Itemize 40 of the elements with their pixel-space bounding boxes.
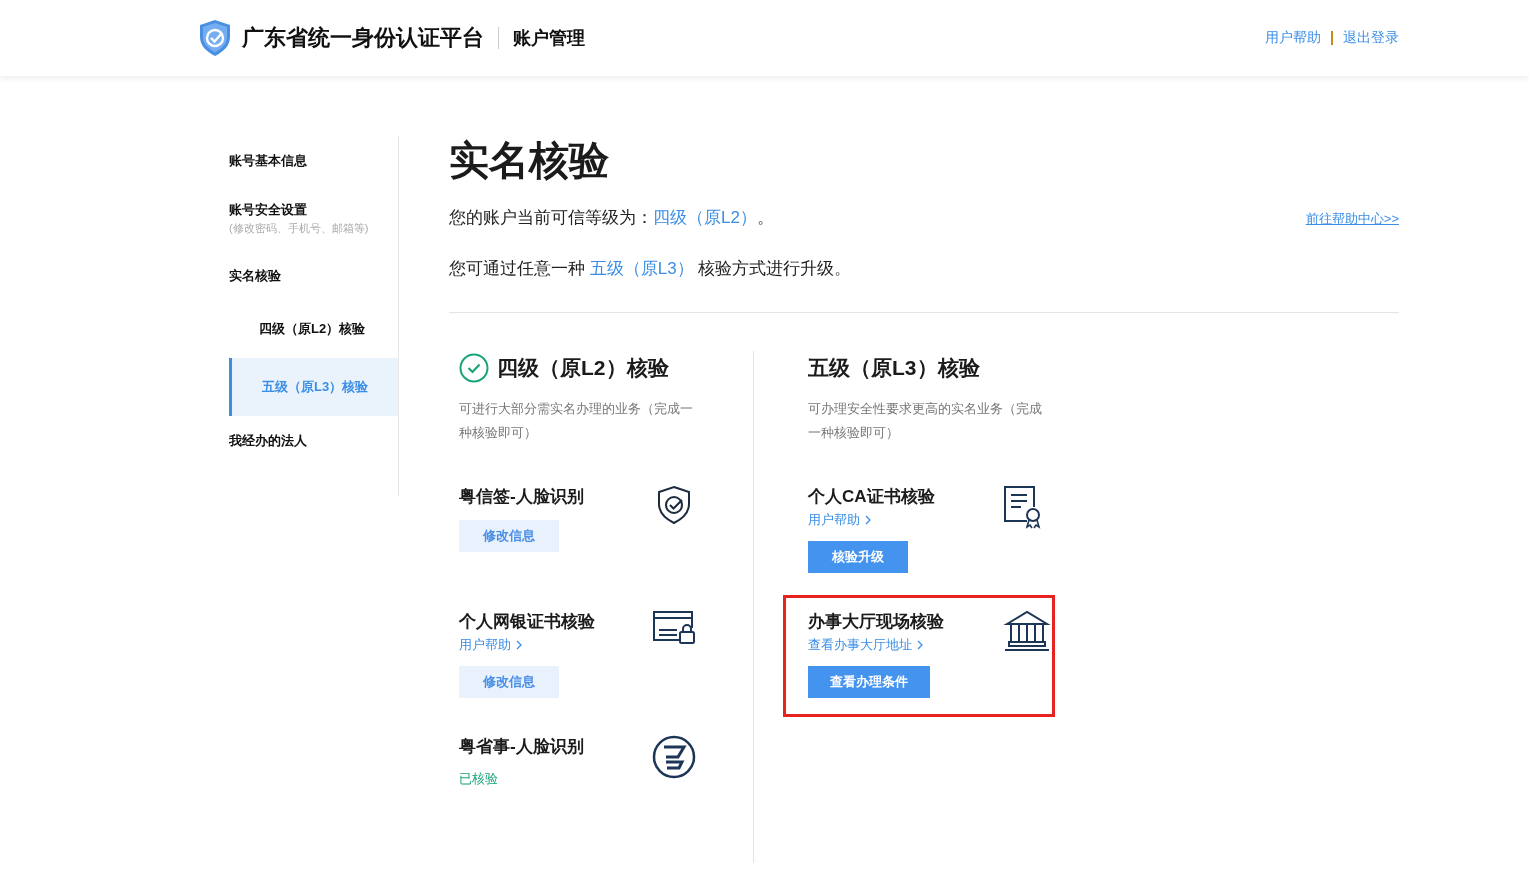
level-title: 四级（原L2）核验 [497, 355, 669, 381]
round-emblem-icon [652, 735, 696, 779]
shield-check-icon [656, 485, 692, 525]
level-description: 可进行大部分需实名办理的业务（完成一种核验即可） [459, 400, 694, 442]
chevron-right-icon [865, 515, 871, 525]
sidebar-item[interactable]: 实名核验 [229, 251, 398, 300]
help-center-link[interactable]: 前往帮助中心>> [1305, 210, 1399, 228]
card-lock-icon [652, 610, 696, 646]
sidebar-item[interactable]: 账号基本信息 [229, 136, 398, 185]
sidebar-item[interactable]: 账号安全设置 (修改密码、手机号、邮箱等) [229, 185, 398, 251]
header-link[interactable]: 退出登录 [1343, 29, 1399, 47]
chevron-right-icon [917, 640, 923, 650]
method-title: 办事大厅现场核验 [808, 611, 944, 633]
sidebar-item[interactable]: 我经办的法人 [229, 416, 398, 465]
sidebar-subitem[interactable]: 五级（原L3）核验 [229, 358, 398, 416]
method-link[interactable]: 用户帮助 [808, 511, 871, 529]
verified-status: 已核验 [459, 770, 498, 788]
method-button[interactable]: 修改信息 [459, 520, 559, 552]
level-description: 可办理安全性要求更高的实名业务（完成一种核验即可） [808, 400, 1043, 442]
chevron-right-icon [516, 640, 522, 650]
bank-building-icon [1003, 610, 1051, 652]
method-title: 个人CA证书核验 [808, 486, 935, 508]
certificate-icon [1003, 485, 1043, 529]
method-link[interactable]: 查看办事大厅地址 [808, 636, 923, 654]
header-link[interactable]: 用户帮助 [1265, 29, 1321, 47]
page-title: 实名核验 [449, 137, 610, 184]
trust-level-text: 您的账户当前可信等级为：四级（原L2）。 [449, 207, 774, 229]
method-button[interactable]: 查看办理条件 [808, 666, 930, 698]
method-button[interactable]: 核验升级 [808, 541, 908, 573]
shield-check-logo-icon [198, 19, 232, 57]
method-link[interactable]: 用户帮助 [459, 636, 522, 654]
site-title: 广东省统一身份认证平台 [242, 24, 484, 52]
method-title: 个人网银证书核验 [459, 611, 595, 633]
section-title: 账户管理 [513, 27, 585, 50]
level-title: 五级（原L3）核验 [808, 355, 980, 381]
sidebar-subitem[interactable]: 四级（原L2）核验 [229, 300, 398, 358]
method-title: 粤省事-人脸识别 [459, 736, 584, 758]
method-button[interactable]: 修改信息 [459, 666, 559, 698]
upgrade-hint-text: 您可通过任意一种 五级（原L3） 核验方式进行升级。 [449, 258, 853, 280]
method-title: 粤信签-人脸识别 [459, 486, 584, 508]
